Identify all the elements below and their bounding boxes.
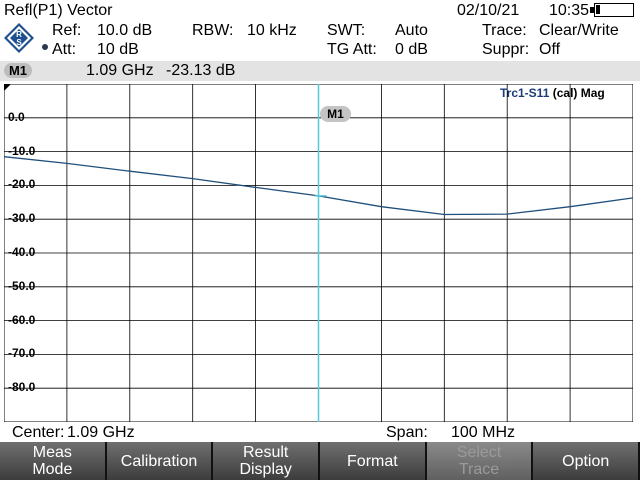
softkey-label-line1: Calibration (120, 452, 198, 470)
suppr-value: Off (539, 41, 561, 58)
trace-mode-value: Clear/Write (539, 22, 619, 39)
softkey-format[interactable]: Format (320, 442, 427, 480)
y-tick-label: -60.0 (8, 312, 36, 327)
rbw-value: 10 kHz (247, 22, 297, 39)
softkey-meas-mode[interactable]: Meas Mode (0, 442, 107, 480)
y-tick-label: -20.0 (8, 177, 36, 192)
att-indicator-dot (42, 44, 48, 50)
span-value: 100 MHz (451, 424, 516, 441)
center-label: Center: (12, 424, 65, 441)
softkey-label-line1: Option (562, 452, 610, 470)
tg-att-label: TG Att: (327, 41, 377, 58)
center-value: 1.09 GHz (67, 424, 135, 441)
measurement-title: Refl(P1) Vector (4, 2, 113, 19)
softkey-label-line2: Mode (32, 461, 73, 478)
swt-value: Auto (395, 22, 428, 39)
date: 02/10/21 (457, 2, 520, 19)
att-value: 10 dB (97, 41, 139, 58)
y-tick-label: -30.0 (8, 211, 36, 226)
softkey-calibration[interactable]: Calibration (106, 442, 214, 480)
battery-icon (590, 3, 634, 17)
softkey-select-trace[interactable]: Select Trace (426, 442, 534, 480)
trace-plot[interactable] (4, 84, 633, 422)
y-tick-label: 0.0 (8, 109, 25, 124)
trace-name: Trc1-S11 (500, 86, 550, 100)
span-label: Span: (386, 424, 428, 441)
swt-label: SWT: (327, 22, 366, 39)
rbw-label: RBW: (192, 22, 234, 39)
softkey-label-line2: Display (239, 461, 292, 478)
marker-plot-label[interactable]: M1 (320, 106, 351, 122)
trace-label: Trc1-S11 (cal) Mag (500, 86, 605, 100)
softkey-label-line2: Trace (458, 461, 500, 478)
tg-att-value: 0 dB (395, 41, 428, 58)
y-tick-label: -50.0 (8, 278, 36, 293)
trace-mode-label: Trace: (482, 22, 527, 39)
softkey-result-display[interactable]: Result Display (213, 442, 321, 480)
softkey-option[interactable]: Option (533, 442, 640, 480)
time: 10:35 (549, 2, 590, 19)
softkey-label-line1: Meas (32, 444, 72, 461)
marker-frequency: 1.09 GHz (86, 62, 154, 79)
ref-value: 10.0 dB (97, 22, 153, 39)
ref-label: Ref: (52, 22, 82, 39)
y-tick-label: -80.0 (8, 380, 36, 395)
rohde-schwarz-logo: R S (4, 23, 34, 53)
y-tick-label: -10.0 (8, 143, 36, 158)
marker-badge[interactable]: M1 (4, 63, 32, 78)
att-label: Att: (52, 41, 77, 58)
softkey-label-line1: Format (347, 452, 398, 470)
trace-suffix: (cal) Mag (552, 86, 605, 100)
softkey-bar: Meas Mode Calibration Result Display Format Se… (0, 442, 640, 480)
y-tick-label: -40.0 (8, 245, 36, 259)
y-tick-label: -70.0 (8, 346, 36, 361)
svg-text:S: S (16, 38, 22, 47)
suppr-label: Suppr: (482, 41, 530, 58)
softkey-label-line1: Select (456, 444, 502, 461)
softkey-label-line1: Result (243, 444, 289, 461)
marker-level: -23.13 dB (166, 62, 236, 79)
